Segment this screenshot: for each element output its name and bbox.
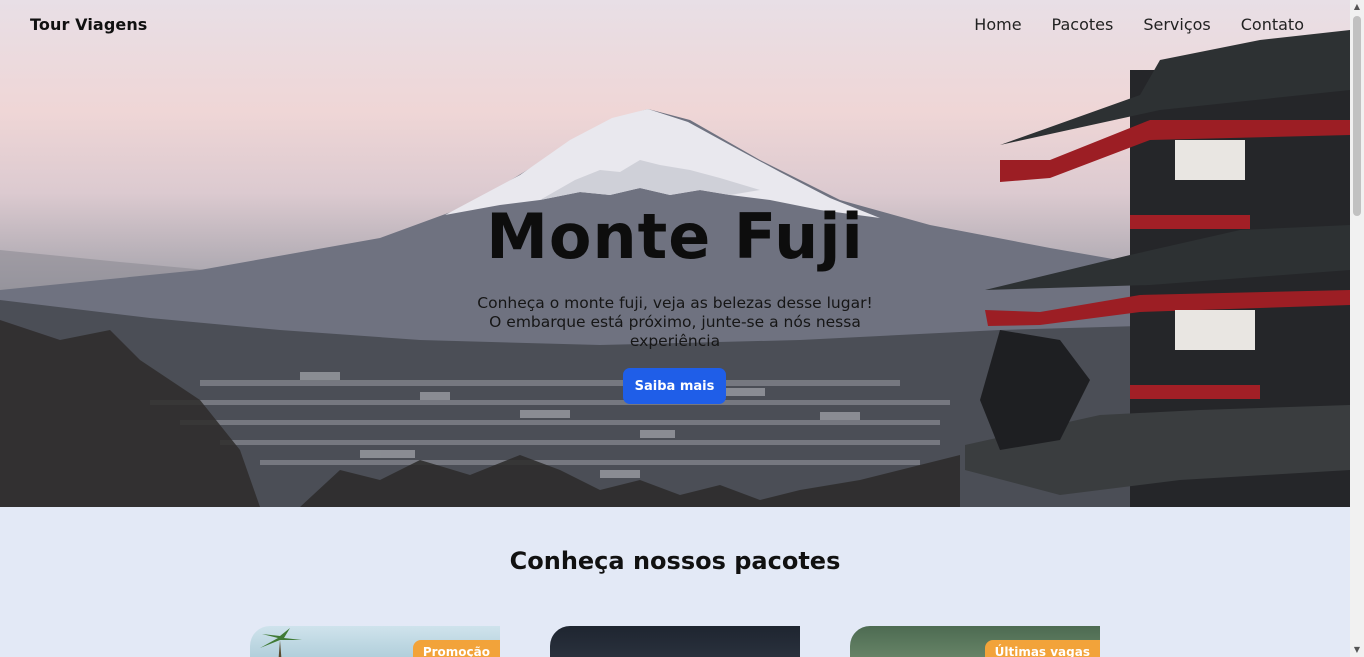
scrollbar-thumb[interactable] [1353,16,1361,216]
package-card[interactable]: Promoção [250,626,500,657]
nav-menu: Home Pacotes Serviços Contato [974,15,1304,34]
nav-link-pacotes[interactable]: Pacotes [1052,15,1114,34]
nav-link-home[interactable]: Home [974,15,1021,34]
scroll-up-arrow-icon[interactable]: ▲ [1350,0,1364,14]
scroll-down-arrow-icon[interactable]: ▼ [1350,643,1364,657]
package-badge: Promoção [412,640,500,657]
scrollbar[interactable]: ▲ ▼ [1350,0,1364,657]
hero-title: Monte Fuji [486,200,864,273]
hero-description: Conheça o monte fuji, veja as belezas de… [477,294,873,350]
saiba-mais-button[interactable]: Saiba mais [623,368,726,404]
package-card[interactable]: Últimas vagas [850,626,1100,657]
nav-link-contato[interactable]: Contato [1241,15,1304,34]
top-navbar: Tour Viagens Home Pacotes Serviços Conta… [0,0,1350,52]
page: Tour Viagens Home Pacotes Serviços Conta… [0,0,1350,657]
hero-section: Tour Viagens Home Pacotes Serviços Conta… [0,0,1350,507]
palm-tree-image [260,628,302,657]
package-badge: Últimas vagas [984,640,1100,657]
packages-title: Conheça nossos pacotes [509,547,841,575]
nav-link-servicos[interactable]: Serviços [1143,15,1210,34]
brand-logo[interactable]: Tour Viagens [30,15,147,34]
packages-section: Conheça nossos pacotes Promoção Últimas … [0,507,1350,657]
package-card[interactable] [550,626,800,657]
